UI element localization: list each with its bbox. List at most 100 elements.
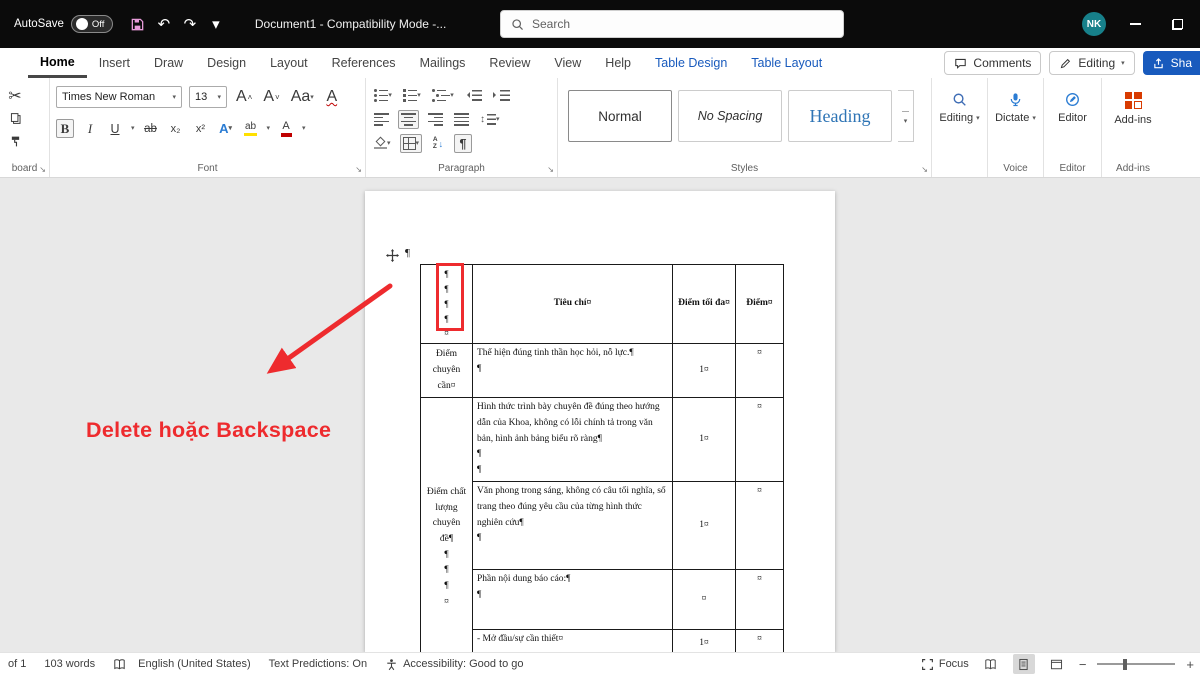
editing-menu-button[interactable]: Editing▾	[938, 86, 981, 150]
document-table[interactable]: ¶ ¶ ¶ ¶ ¤ Tiêu chí¤ Điểm tối đa¤ Điểm¤ Đ…	[420, 264, 784, 652]
autosave-toggle[interactable]: Off	[71, 15, 113, 33]
italic-button[interactable]: I	[81, 119, 99, 138]
decrease-indent-button[interactable]	[463, 86, 484, 105]
align-right-button[interactable]	[426, 110, 445, 129]
clipboard-dialog-launcher[interactable]: ↘	[39, 166, 46, 174]
style-normal[interactable]: Normal	[568, 90, 672, 142]
undo-button[interactable]: ↶	[151, 9, 177, 39]
score-cell[interactable]: ¤	[736, 630, 784, 652]
criteria-cell[interactable]: Văn phong trong sáng, không có câu tối n…	[473, 482, 673, 570]
tab-insert[interactable]: Insert	[87, 48, 142, 78]
align-center-button[interactable]	[398, 110, 419, 129]
minimize-button[interactable]	[1122, 9, 1148, 39]
tab-design[interactable]: Design	[195, 48, 258, 78]
chevron-down-icon[interactable]: ▾	[302, 125, 306, 132]
tab-table-design[interactable]: Table Design	[643, 48, 739, 78]
addins-button[interactable]: Add-ins	[1108, 86, 1158, 150]
score-cell[interactable]: ¤	[736, 570, 784, 630]
quick-access-chevron-icon[interactable]: ▾	[203, 9, 229, 39]
change-case-button[interactable]: Aa▾	[289, 88, 316, 107]
score-cell[interactable]: ¤	[736, 398, 784, 482]
redo-button[interactable]: ↷	[177, 9, 203, 39]
shading-button[interactable]: ▾	[372, 134, 393, 153]
styles-gallery-more-button[interactable]: —▾	[898, 90, 914, 142]
highlight-color-button[interactable]: ab	[242, 119, 260, 138]
max-score-cell[interactable]: 1¤	[673, 630, 736, 652]
chevron-down-icon[interactable]: ▾	[267, 125, 271, 132]
styles-dialog-launcher[interactable]: ↘	[921, 166, 928, 174]
max-score-cell[interactable]: ¤	[673, 570, 736, 630]
style-heading[interactable]: Heading	[788, 90, 892, 142]
search-input[interactable]: Search	[500, 10, 844, 38]
paragraph-dialog-launcher[interactable]: ↘	[547, 166, 554, 174]
editor-button[interactable]: Editor	[1050, 86, 1095, 150]
subscript-button[interactable]: x₂	[167, 119, 185, 138]
accessibility-indicator[interactable]: Accessibility: Good to go	[385, 658, 523, 671]
score-cell[interactable]: ¤	[736, 344, 784, 398]
score-cell[interactable]: ¤	[736, 482, 784, 570]
comments-button[interactable]: Comments	[944, 51, 1041, 75]
dictate-button[interactable]: Dictate▾	[994, 86, 1037, 150]
account-avatar[interactable]: NK	[1082, 12, 1106, 36]
max-score-cell[interactable]: 1¤	[673, 482, 736, 570]
cut-button[interactable]: ✂	[6, 86, 24, 105]
row-label-quality[interactable]: Điểm chất lượng chuyên đề¶ ¶ ¶ ¶ ¤	[421, 398, 473, 652]
tab-home[interactable]: Home	[28, 48, 87, 78]
strikethrough-button[interactable]: ab	[142, 119, 160, 138]
superscript-button[interactable]: x²	[192, 119, 210, 138]
tab-table-layout[interactable]: Table Layout	[739, 48, 834, 78]
editing-mode-dropdown[interactable]: Editing ▾	[1049, 51, 1134, 75]
text-predictions-indicator[interactable]: Text Predictions: On	[269, 658, 367, 670]
table-header-criteria[interactable]: Tiêu chí¤	[473, 265, 673, 344]
criteria-cell[interactable]: Hình thức trình bày chuyên đề đúng theo …	[473, 398, 673, 482]
table-move-handle-icon[interactable]	[385, 248, 400, 263]
proofing-button[interactable]	[113, 658, 126, 671]
copy-button[interactable]	[6, 109, 24, 128]
max-score-cell[interactable]: 1¤	[673, 344, 736, 398]
tab-draw[interactable]: Draw	[142, 48, 195, 78]
font-size-combo[interactable]: 13▾	[189, 86, 227, 108]
tab-help[interactable]: Help	[593, 48, 643, 78]
page[interactable]: ¶ ¶ ¶ ¶ ¶ ¤ Tiêu chí¤ Điểm tối đa¤ Điểm¤…	[365, 191, 835, 652]
table-header-max-score[interactable]: Điểm tối đa¤	[673, 265, 736, 344]
multilevel-list-button[interactable]: ▾	[430, 86, 456, 105]
increase-indent-button[interactable]	[491, 86, 512, 105]
table-header-score[interactable]: Điểm¤	[736, 265, 784, 344]
grow-font-button[interactable]: A˄	[234, 88, 254, 107]
max-score-cell[interactable]: 1¤	[673, 398, 736, 482]
restore-button[interactable]	[1164, 9, 1190, 39]
read-mode-button[interactable]	[980, 654, 1002, 674]
criteria-cell[interactable]: Phần nội dung báo cáo:¶ ¶	[473, 570, 673, 630]
share-button[interactable]: Sha	[1143, 51, 1200, 75]
bold-button[interactable]: B	[56, 119, 74, 138]
criteria-cell[interactable]: Thể hiện đúng tinh thần học hỏi, nỗ lực.…	[473, 344, 673, 398]
sort-button[interactable]: AZ↓	[429, 134, 447, 153]
text-effects-button[interactable]: A▾	[217, 119, 235, 138]
align-left-button[interactable]	[372, 110, 391, 129]
focus-button[interactable]: Focus	[921, 658, 969, 671]
zoom-in-button[interactable]: +	[1186, 657, 1194, 672]
show-formatting-marks-button[interactable]: ¶	[454, 134, 472, 153]
borders-button[interactable]: ▾	[400, 134, 423, 153]
tab-review[interactable]: Review	[477, 48, 542, 78]
font-dialog-launcher[interactable]: ↘	[355, 166, 362, 174]
page-indicator[interactable]: of 1	[8, 658, 26, 670]
underline-button[interactable]: U	[106, 119, 124, 138]
zoom-out-button[interactable]: −	[1079, 657, 1087, 672]
chevron-down-icon[interactable]: ▾	[131, 125, 135, 132]
save-button[interactable]	[125, 9, 151, 39]
print-layout-button[interactable]	[1013, 654, 1035, 674]
numbering-button[interactable]: ▾	[401, 86, 423, 105]
style-no-spacing[interactable]: No Spacing	[678, 90, 782, 142]
font-color-button[interactable]: A	[277, 119, 295, 138]
line-spacing-button[interactable]: ↕▾	[478, 110, 502, 129]
format-painter-button[interactable]	[6, 132, 24, 151]
tab-layout[interactable]: Layout	[258, 48, 320, 78]
font-name-combo[interactable]: Times New Roman▾	[56, 86, 182, 108]
web-layout-button[interactable]	[1046, 654, 1068, 674]
shrink-font-button[interactable]: A˅	[261, 88, 281, 107]
criteria-cell[interactable]: - Mở đầu/sự cần thiết¤	[473, 630, 673, 652]
clear-formatting-button[interactable]: A	[323, 88, 341, 107]
zoom-slider[interactable]	[1097, 663, 1175, 665]
tab-references[interactable]: References	[320, 48, 408, 78]
